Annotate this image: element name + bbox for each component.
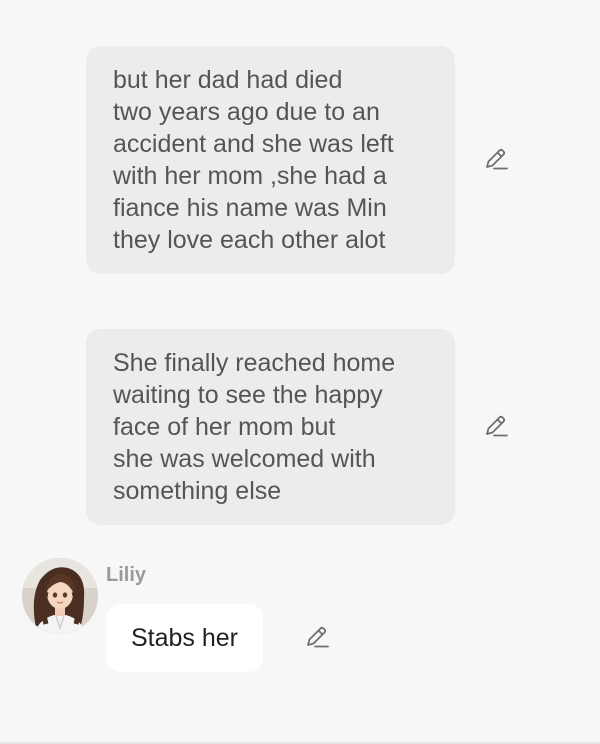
character-name: Liliy [106, 564, 147, 586]
user-message-bubble[interactable]: She finally reached home waiting to see … [86, 329, 455, 525]
avatar-image [22, 558, 98, 634]
user-message-bubble[interactable]: but her dad had died two years ago due t… [86, 46, 455, 274]
edit-message-button[interactable] [303, 624, 331, 652]
message-row: but her dad had died two years ago due t… [86, 46, 455, 274]
message-row: She finally reached home waiting to see … [86, 329, 455, 525]
character-message-bubble[interactable]: Stabs her [106, 604, 264, 672]
pencil-edit-icon [486, 148, 508, 170]
chat-view: but her dad had died two years ago due t… [0, 0, 600, 744]
edit-message-button[interactable] [482, 146, 510, 174]
pencil-edit-icon [486, 415, 508, 437]
edit-message-button[interactable] [482, 413, 510, 441]
character-avatar[interactable] [22, 558, 98, 634]
pencil-edit-icon [307, 626, 329, 648]
